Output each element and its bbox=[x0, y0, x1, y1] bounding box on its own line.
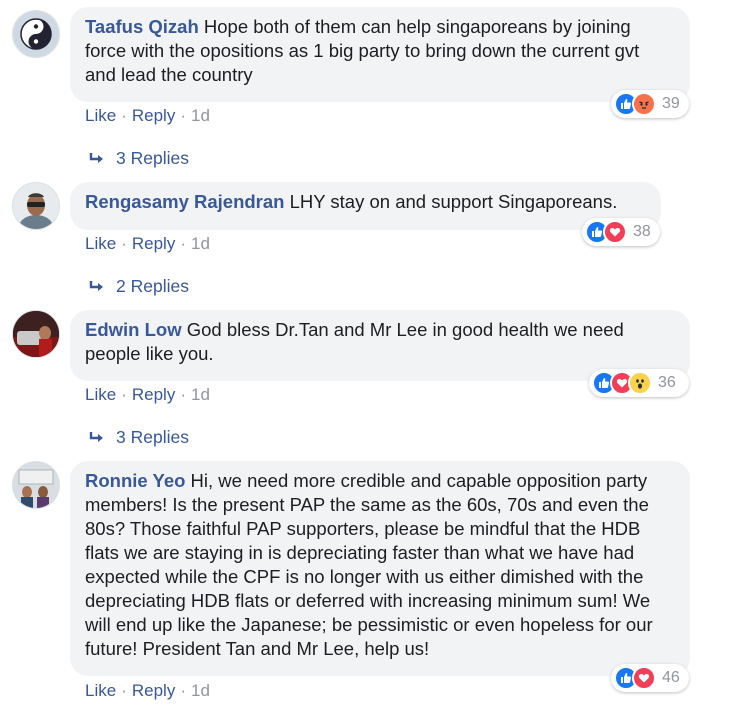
like-link[interactable]: Like bbox=[85, 106, 116, 125]
separator: · bbox=[180, 106, 186, 125]
angry-reaction-icon bbox=[632, 92, 656, 116]
reactions-count: 39 bbox=[662, 95, 680, 112]
reply-arrow-icon bbox=[89, 280, 103, 291]
timestamp[interactable]: 1d bbox=[191, 234, 210, 253]
reply-link[interactable]: Reply bbox=[132, 681, 175, 700]
separator: · bbox=[180, 385, 186, 404]
view-replies-link[interactable]: 3 Replies bbox=[88, 427, 189, 448]
replies-label: 3 Replies bbox=[116, 427, 189, 447]
comment-text: LHY stay on and support Singaporeans. bbox=[289, 191, 618, 212]
comment-bubble: Taafus Qizah Hope both of them can help … bbox=[70, 7, 690, 102]
comment-actions: Like · Reply · 1d bbox=[85, 106, 210, 126]
love-reaction-icon bbox=[603, 220, 627, 244]
separator: · bbox=[121, 234, 127, 253]
replies-label: 3 Replies bbox=[116, 148, 189, 168]
like-link[interactable]: Like bbox=[85, 385, 116, 404]
separator: · bbox=[121, 106, 127, 125]
separator: · bbox=[121, 681, 127, 700]
timestamp[interactable]: 1d bbox=[191, 681, 210, 700]
reactions-count: 38 bbox=[633, 223, 651, 240]
reactions-summary[interactable]: 36 bbox=[589, 369, 689, 397]
reactions-summary[interactable]: 38 bbox=[582, 218, 660, 246]
reply-link[interactable]: Reply bbox=[132, 106, 175, 125]
replies-label: 2 Replies bbox=[116, 276, 189, 296]
avatar[interactable] bbox=[12, 310, 60, 358]
avatar[interactable] bbox=[12, 10, 60, 58]
wow-reaction-icon bbox=[628, 371, 652, 395]
reactions-summary[interactable]: 46 bbox=[611, 664, 689, 692]
comment-actions: Like · Reply · 1d bbox=[85, 385, 210, 405]
comment-text: Hi, we need more credible and capable op… bbox=[85, 470, 653, 659]
separator: · bbox=[180, 681, 186, 700]
reply-arrow-icon bbox=[89, 152, 103, 163]
comment-actions: Like · Reply · 1d bbox=[85, 234, 210, 254]
comment-actions: Like · Reply · 1d bbox=[85, 681, 210, 701]
reactions-summary[interactable]: 39 bbox=[611, 90, 689, 118]
reply-arrow-icon bbox=[89, 431, 103, 442]
comment-bubble: Rengasamy Rajendran LHY stay on and supp… bbox=[70, 182, 661, 230]
view-replies-link[interactable]: 2 Replies bbox=[88, 276, 189, 297]
love-reaction-icon bbox=[632, 666, 656, 690]
separator: · bbox=[180, 234, 186, 253]
reply-link[interactable]: Reply bbox=[132, 385, 175, 404]
comment-bubble: Ronnie Yeo Hi, we need more credible and… bbox=[70, 461, 690, 676]
view-replies-link[interactable]: 3 Replies bbox=[88, 148, 189, 169]
comment-author[interactable]: Edwin Low bbox=[85, 319, 182, 340]
timestamp[interactable]: 1d bbox=[191, 385, 210, 404]
like-link[interactable]: Like bbox=[85, 234, 116, 253]
reply-link[interactable]: Reply bbox=[132, 234, 175, 253]
avatar[interactable] bbox=[12, 182, 60, 230]
avatar[interactable] bbox=[12, 461, 60, 509]
separator: · bbox=[121, 385, 127, 404]
comment-author[interactable]: Taafus Qizah bbox=[85, 16, 199, 37]
comment-author[interactable]: Ronnie Yeo bbox=[85, 470, 185, 491]
comment-author[interactable]: Rengasamy Rajendran bbox=[85, 191, 284, 212]
reactions-count: 46 bbox=[662, 669, 680, 686]
like-link[interactable]: Like bbox=[85, 681, 116, 700]
reactions-count: 36 bbox=[658, 374, 676, 391]
timestamp[interactable]: 1d bbox=[191, 106, 210, 125]
